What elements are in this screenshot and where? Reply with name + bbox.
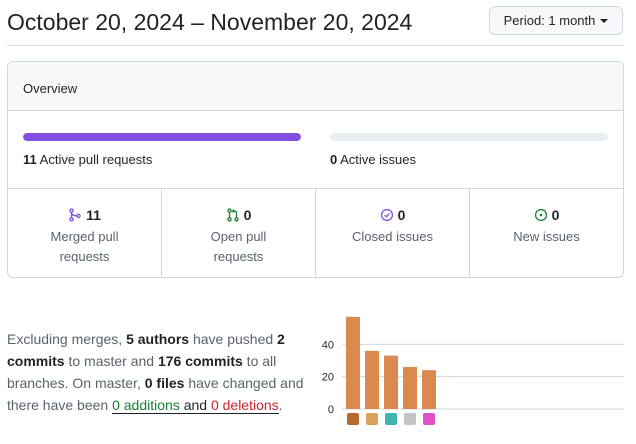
pull-requests-progress-fill [23,133,301,141]
contributor-bar[interactable] [346,316,360,409]
changes-link[interactable]: 0 additions and 0 deletions [112,397,279,414]
overview-box: Overview 11 Active pull requests 0 Activ… [7,61,624,278]
contributors-bar-chart: 0 20 40 [322,316,624,425]
active-pull-requests-label: Active pull requests [39,152,153,167]
open-pr-icon [226,208,239,222]
caret-down-icon [600,18,609,23]
authors-count: 5 authors [126,331,190,347]
closed-issue-icon [380,208,393,222]
y-tick-label: 40 [322,339,334,351]
y-tick-label: 20 [322,372,334,384]
summary-text: and [183,397,211,413]
contributor-bar[interactable] [384,355,398,409]
stats-row: 11 Merged pull requests 0 Open pull requ… [8,189,623,277]
period-label: Period: 1 month [503,13,596,28]
active-pull-requests-link[interactable]: 11 Active pull requests [23,152,152,167]
active-issues-label: Active issues [340,152,417,167]
header-divider [7,45,624,46]
overview-title: Overview [23,81,78,96]
deletions-count: 0 deletions [210,397,279,413]
activity-bars: 11 Active pull requests 0 Active issues [8,111,623,189]
active-issues-link[interactable]: 0 Active issues [330,152,416,167]
page-header: October 20, 2024 – November 20, 2024 Per… [0,0,636,46]
period-dropdown-button[interactable]: Period: 1 month [489,6,623,35]
contributor-bar[interactable] [365,350,379,409]
summary-text: Excluding merges, [7,331,127,347]
contributor-bar[interactable] [422,370,436,409]
contributor-bar[interactable] [403,366,417,409]
closed-issues-label: Closed issues [352,229,433,244]
closed-issues-count: 0 [397,207,406,223]
issues-progress-bar [330,133,608,141]
new-issue-icon [534,208,547,222]
open-pr-label: Open pull requests [210,229,267,264]
stat-open-pull-requests[interactable]: 0 Open pull requests [162,189,316,277]
overview-header: Overview [8,62,623,111]
contributor-avatar[interactable] [385,413,397,425]
additions-count: 0 additions [112,397,180,413]
all-commits-count: 176 commits [157,353,243,369]
pull-requests-progress-bar [23,133,301,141]
contributor-avatar[interactable] [366,413,378,425]
summary-text: . [278,397,283,413]
commit-summary: Excluding merges, 5 authors have pushed … [7,328,317,416]
merged-pr-label: Merged pull requests [50,229,119,264]
contributor-avatar[interactable] [423,413,435,425]
active-pull-requests-count: 11 [23,152,37,167]
merged-pr-icon [69,208,81,222]
y-tick-label: 0 [328,404,334,416]
open-pr-count: 0 [243,207,252,223]
summary-text: have pushed [189,331,278,347]
contributor-avatar[interactable] [347,413,359,425]
new-issues-label: New issues [513,229,580,244]
stat-merged-pull-requests[interactable]: 11 Merged pull requests [8,189,162,277]
page-title: October 20, 2024 – November 20, 2024 [7,9,413,35]
stat-new-issues[interactable]: 0 New issues [470,189,623,277]
stat-closed-issues[interactable]: 0 Closed issues [316,189,470,277]
summary-text: to master and [64,353,158,369]
contributor-avatar[interactable] [404,413,416,425]
merged-pr-count: 11 [86,207,101,223]
new-issues-count: 0 [551,207,560,223]
files-changed-count: 0 files [144,375,185,391]
active-issues-count: 0 [330,152,338,167]
